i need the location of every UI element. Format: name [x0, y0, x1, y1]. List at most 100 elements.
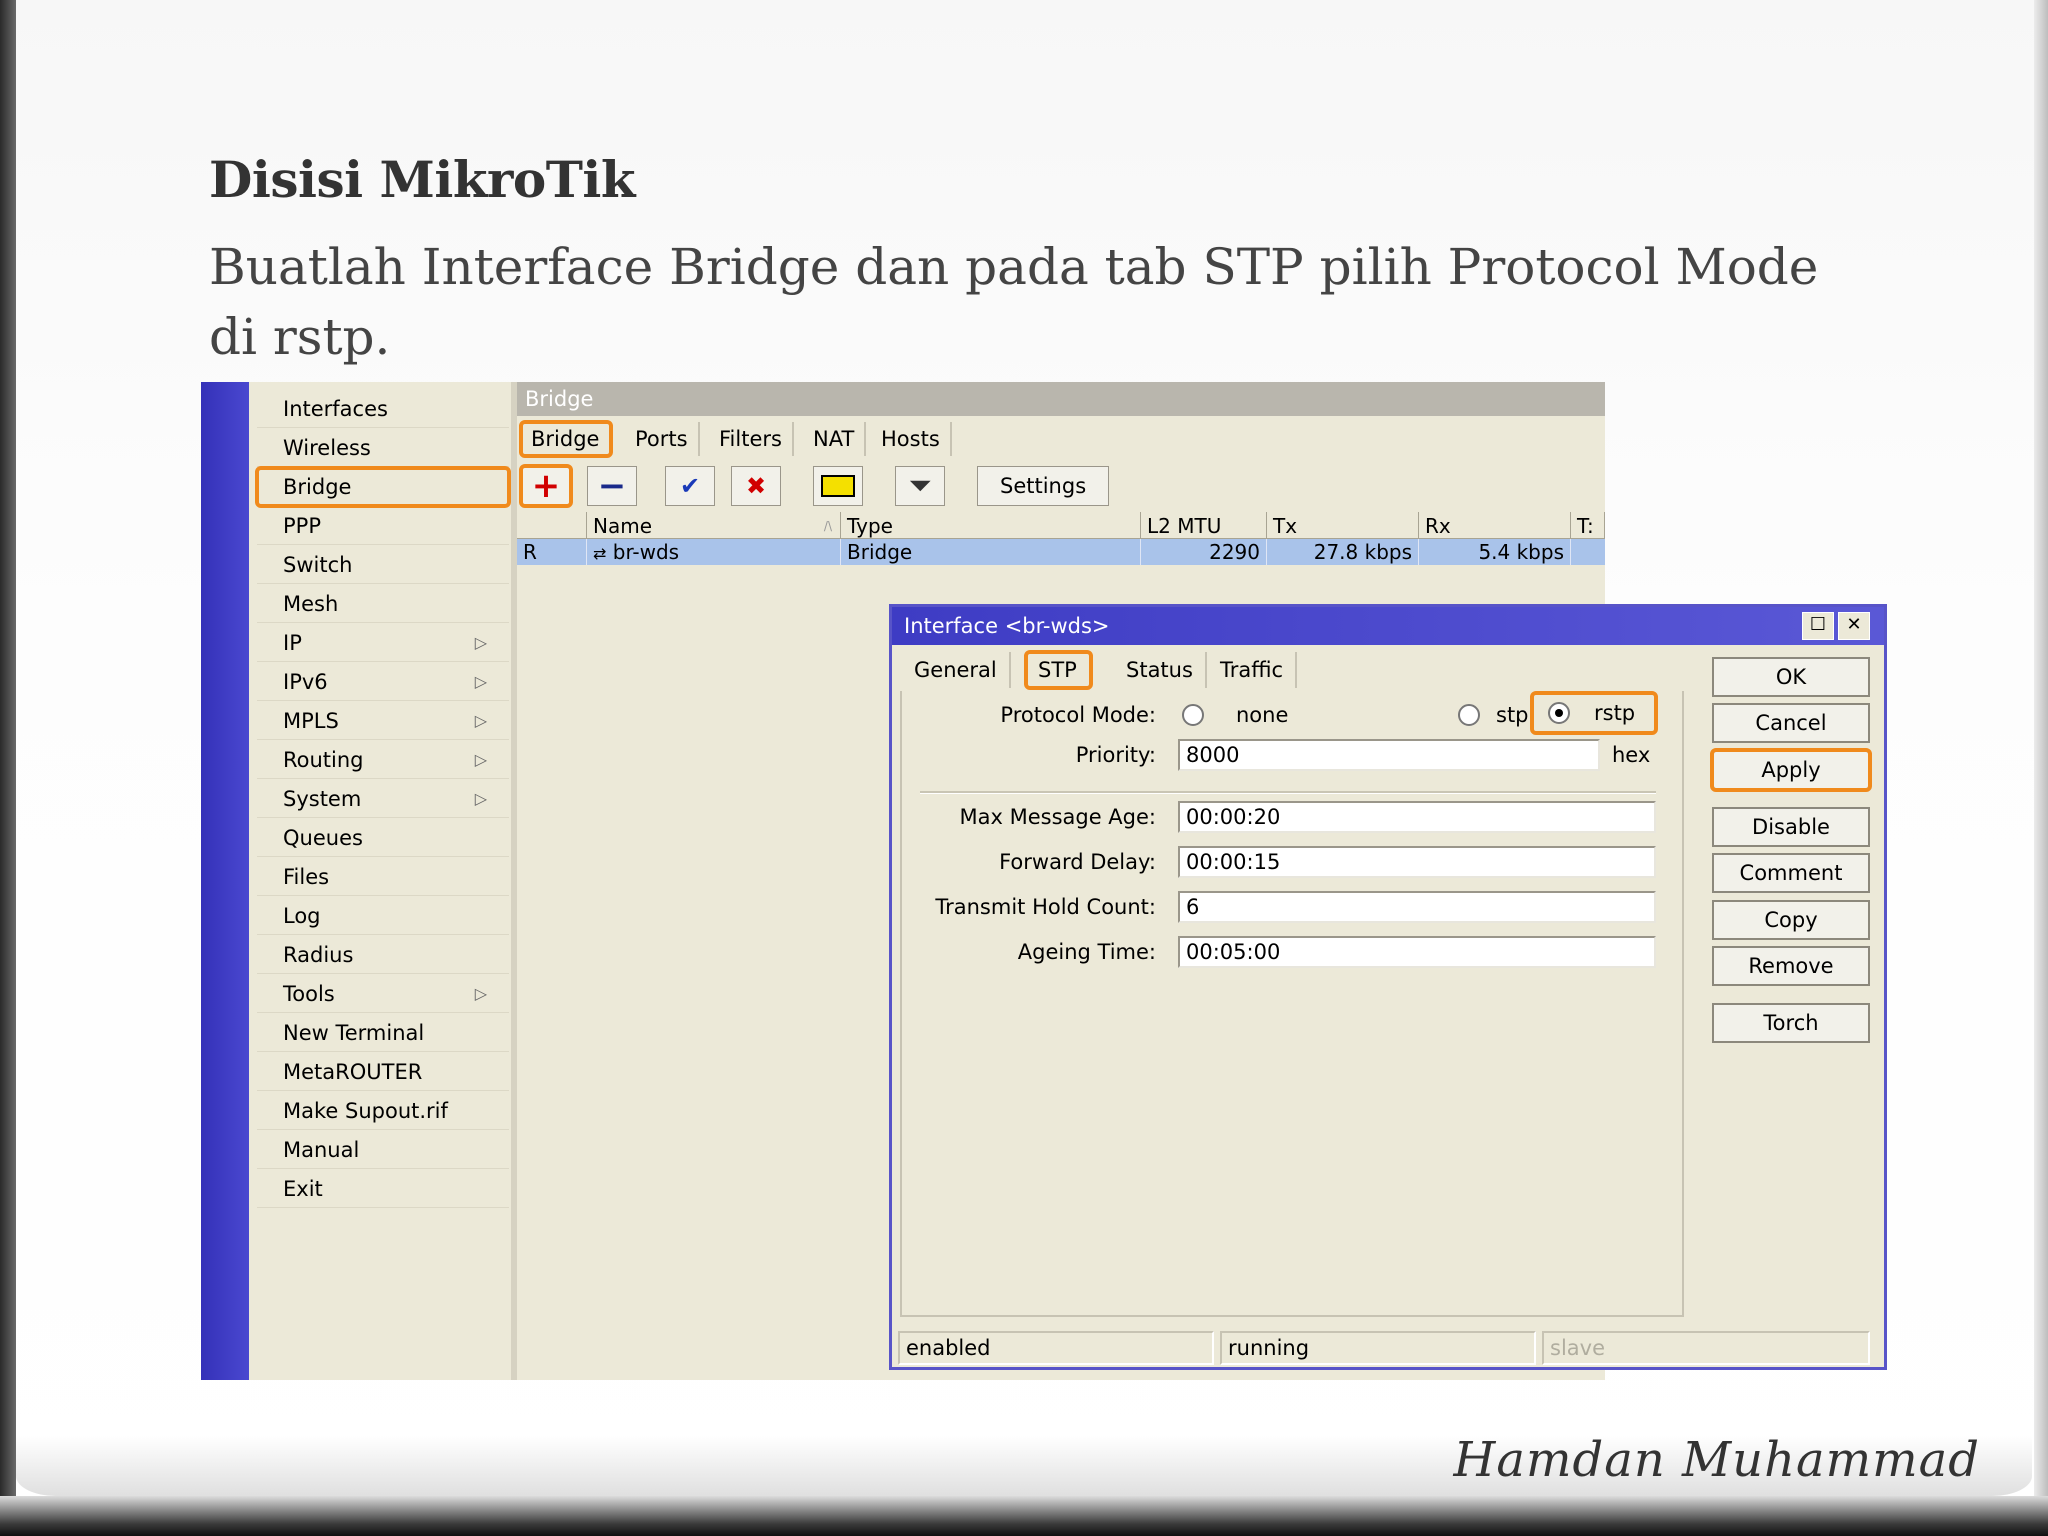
comment-button[interactable]: Comment — [1712, 853, 1870, 893]
tab-stp[interactable]: STP — [1024, 650, 1093, 690]
menu-item-label: Interfaces — [283, 397, 388, 421]
menu-item-wireless[interactable]: Wireless — [257, 429, 509, 467]
enable-check-icon[interactable]: ✔ — [665, 466, 715, 506]
submenu-arrow-icon: ▷ — [474, 984, 487, 1003]
submenu-arrow-icon: ▷ — [474, 750, 487, 769]
submenu-arrow-icon: ▷ — [474, 672, 487, 691]
filter-funnel-icon[interactable]: ⏷ — [895, 466, 945, 506]
menu-item-files[interactable]: Files — [257, 858, 509, 896]
menu-item-label: Radius — [283, 943, 354, 967]
sort-indicator-icon: /\ — [823, 519, 832, 533]
disable-button[interactable]: Disable — [1712, 807, 1870, 847]
menu-item-label: System — [283, 787, 362, 811]
settings-button[interactable]: Settings — [977, 466, 1110, 506]
tab-general[interactable]: General — [902, 652, 1011, 688]
column-type[interactable]: Type — [841, 512, 1141, 538]
menu-item-routing[interactable]: Routing ▷ — [257, 741, 509, 779]
menu-item-make-supout[interactable]: Make Supout.rif — [257, 1092, 509, 1130]
rstp-option-highlight[interactable]: rstp — [1530, 691, 1658, 735]
column-name-label: Name — [593, 514, 653, 538]
interface-dialog: Interface <br-wds> ☐ ✕ General STP Statu… — [889, 604, 1887, 1370]
column-l2mtu[interactable]: L2 MTU — [1141, 512, 1267, 538]
tab-traffic[interactable]: Traffic — [1208, 652, 1298, 688]
add-icon[interactable]: + — [519, 464, 573, 508]
menu-item-system[interactable]: System ▷ — [257, 780, 509, 818]
menu-item-mesh[interactable]: Mesh — [257, 585, 509, 623]
radio-rstp[interactable] — [1548, 702, 1570, 724]
cancel-button[interactable]: Cancel — [1712, 703, 1870, 743]
status-enabled: enabled — [898, 1331, 1214, 1365]
menu-item-tools[interactable]: Tools ▷ — [257, 975, 509, 1013]
transmit-hold-count-label: Transmit Hold Count: — [935, 895, 1156, 919]
maximize-icon[interactable]: ☐ — [1802, 612, 1834, 640]
menu-item-label: New Terminal — [283, 1021, 425, 1045]
ok-button[interactable]: OK — [1712, 657, 1870, 697]
menu-item-label: Wireless — [283, 436, 371, 460]
close-icon[interactable]: ✕ — [1838, 612, 1870, 640]
ageing-time-input[interactable]: 00:05:00 — [1178, 936, 1656, 968]
apply-button[interactable]: Apply — [1710, 748, 1872, 792]
status-slave: slave — [1542, 1331, 1870, 1365]
submenu-arrow-icon: ▷ — [474, 633, 487, 652]
menu-item-manual[interactable]: Manual — [257, 1131, 509, 1169]
menu-item-exit[interactable]: Exit — [257, 1170, 509, 1208]
row-type: Bridge — [841, 539, 1141, 565]
column-tx[interactable]: Tx — [1267, 512, 1419, 538]
menu-item-queues[interactable]: Queues — [257, 819, 509, 857]
row-name: ⇄ br-wds — [587, 539, 841, 565]
menu-item-new-terminal[interactable]: New Terminal — [257, 1014, 509, 1052]
tab-filters[interactable]: Filters — [709, 422, 794, 456]
menu-item-radius[interactable]: Radius — [257, 936, 509, 974]
menu-item-ip[interactable]: IP ▷ — [257, 624, 509, 662]
menu-item-ppp[interactable]: PPP — [257, 507, 509, 545]
torch-button[interactable]: Torch — [1712, 1003, 1870, 1043]
radio-stp[interactable] — [1458, 704, 1480, 726]
menu-item-label: Files — [283, 865, 330, 889]
radio-none[interactable] — [1182, 704, 1204, 726]
winbox-screenshot: Interfaces Wireless Bridge PPP Switch Me… — [201, 382, 1887, 1380]
max-message-age-input[interactable]: 00:00:20 — [1178, 801, 1656, 833]
menu-item-label: Tools — [283, 982, 335, 1006]
forward-delay-input[interactable]: 00:00:15 — [1178, 846, 1656, 878]
menu-item-label: Mesh — [283, 592, 339, 616]
column-rx[interactable]: Rx — [1419, 512, 1571, 538]
tab-hosts[interactable]: Hosts — [871, 422, 952, 456]
menu-item-mpls[interactable]: MPLS ▷ — [257, 702, 509, 740]
slide-subtitle: Buatlah Interface Bridge dan pada tab ST… — [209, 238, 1819, 366]
menu-item-interfaces[interactable]: Interfaces — [257, 390, 509, 428]
priority-input[interactable]: 8000 — [1178, 739, 1600, 771]
row-rx: 5.4 kbps — [1419, 539, 1571, 565]
column-name[interactable]: Name /\ — [587, 512, 841, 538]
forward-delay-label: Forward Delay: — [999, 850, 1156, 874]
menu-item-ipv6[interactable]: IPv6 ▷ — [257, 663, 509, 701]
slide-title: Disisi MikroTik — [209, 150, 636, 209]
tab-bridge[interactable]: Bridge — [518, 420, 614, 458]
disable-x-icon[interactable]: ✖ — [731, 466, 781, 506]
column-flag[interactable] — [517, 512, 587, 538]
transmit-hold-count-input[interactable]: 6 — [1178, 891, 1656, 923]
bridge-window-title: Bridge — [517, 382, 1605, 416]
tab-status[interactable]: Status — [1114, 652, 1207, 688]
bridge-toolbar: + − ✔ ✖ ⏷ Settings — [517, 464, 1605, 508]
remove-icon[interactable]: − — [587, 466, 637, 506]
menu-item-label: Manual — [283, 1138, 360, 1162]
dialog-titlebar[interactable]: Interface <br-wds> ☐ ✕ — [892, 607, 1884, 645]
submenu-arrow-icon: ▷ — [474, 789, 487, 808]
ageing-time-label: Ageing Time: — [1017, 940, 1156, 964]
column-truncated[interactable]: T: — [1571, 512, 1605, 538]
tab-ports[interactable]: Ports — [625, 422, 700, 456]
copy-button[interactable]: Copy — [1712, 900, 1870, 940]
menu-item-label: MPLS — [283, 709, 339, 733]
menu-item-metarouter[interactable]: MetaROUTER — [257, 1053, 509, 1091]
bridge-icon: ⇄ — [593, 544, 607, 563]
menu-item-log[interactable]: Log — [257, 897, 509, 935]
menu-item-label: Queues — [283, 826, 363, 850]
menu-item-switch[interactable]: Switch — [257, 546, 509, 584]
row-flag: R — [517, 539, 587, 565]
menu-item-bridge[interactable]: Bridge — [255, 466, 511, 508]
comment-note-icon[interactable] — [813, 466, 863, 506]
remove-button[interactable]: Remove — [1712, 946, 1870, 986]
menu-item-label: Log — [283, 904, 321, 928]
table-row[interactable]: R ⇄ br-wds Bridge 2290 27.8 kbps 5.4 kbp… — [517, 539, 1605, 565]
tab-nat[interactable]: NAT — [803, 422, 867, 456]
